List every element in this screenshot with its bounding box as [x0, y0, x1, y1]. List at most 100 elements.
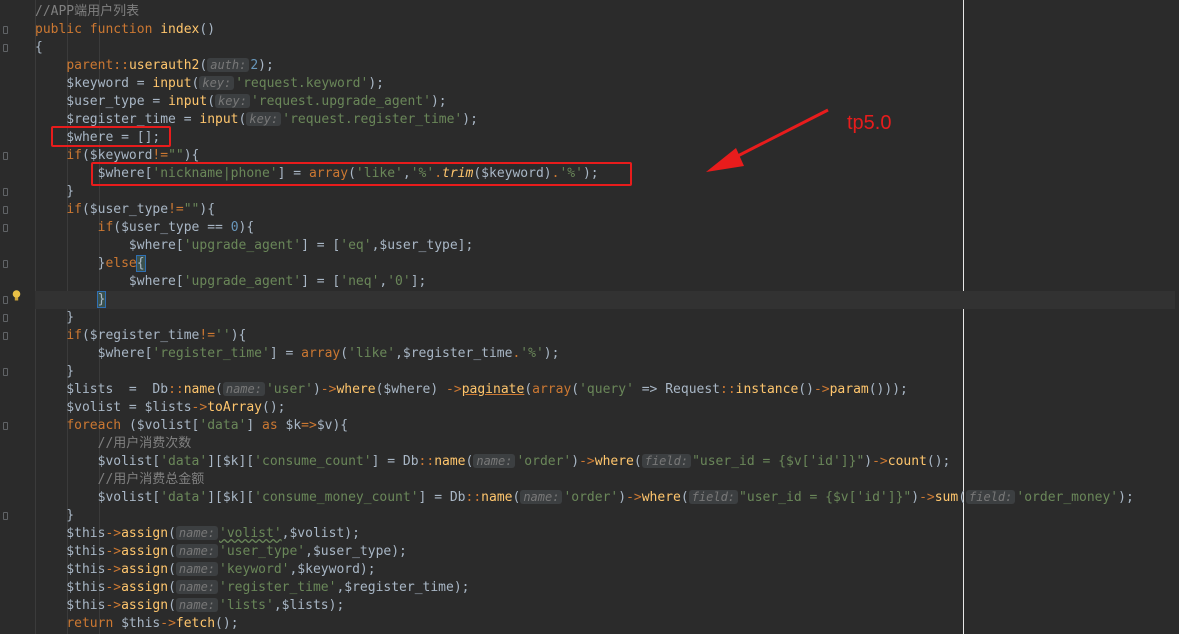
lightbulb-icon[interactable] [12, 290, 21, 301]
code-line[interactable]: $keyword = input(key:'request.keyword'); [35, 75, 1175, 93]
code-line[interactable]: if($user_type!=""){ [35, 201, 1175, 219]
parameter-hint: field: [966, 490, 1016, 504]
code-line[interactable]: } [35, 507, 1175, 525]
code-token: where [336, 382, 376, 397]
code-token: ] = [269, 346, 302, 361]
code-token: count [887, 454, 927, 469]
code-line[interactable]: } [35, 291, 1175, 309]
code-token: $this [121, 616, 161, 631]
code-token: -> [160, 616, 176, 631]
code-editor[interactable]: //APP端用户列表 public function index(){ paren… [35, 3, 1175, 633]
code-token: 'lists' [219, 598, 274, 613]
parameter-hint: name: [520, 490, 563, 504]
fold-marker-icon[interactable] [3, 260, 8, 268]
fold-marker-icon[interactable] [3, 26, 8, 34]
code-token: assign [121, 544, 169, 559]
code-line[interactable]: $where['upgrade_agent'] = ['eq',$user_ty… [35, 237, 1175, 255]
code-token: ( [191, 76, 200, 91]
code-token: $k [285, 418, 302, 433]
fold-marker-icon[interactable] [3, 188, 8, 196]
fold-marker-icon[interactable] [3, 314, 8, 322]
code-token: ] = [ [301, 274, 341, 289]
code-line[interactable]: } [35, 309, 1175, 327]
code-line[interactable]: public function index() [35, 21, 1175, 39]
code-token: "user_id = {$v['id']}" [739, 490, 912, 505]
code-token: :: [418, 454, 435, 469]
code-token: -> [105, 562, 122, 577]
code-line[interactable]: if($register_time!=''){ [35, 327, 1175, 345]
code-token: 'data' [160, 454, 208, 469]
code-line[interactable]: $register_time = input(key:'request.regi… [35, 111, 1175, 129]
fold-marker-icon[interactable] [3, 296, 8, 304]
parameter-hint: name: [222, 382, 265, 396]
code-line[interactable]: $volist['data'][$k]['consume_count'] = D… [35, 453, 1175, 471]
code-line[interactable]: parent::userauth2(auth: 2); [35, 57, 1175, 75]
parameter-hint: name: [473, 454, 516, 468]
code-token: $this [35, 544, 106, 559]
code-token: ($user_type [81, 202, 169, 217]
code-line[interactable]: foreach ($volist['data'] as $k=>$v){ [35, 417, 1175, 435]
code-token: != [168, 202, 184, 217]
code-token: if [66, 328, 82, 343]
code-token: //用户消费次数 [35, 436, 192, 451]
code-token: => Request [633, 382, 720, 397]
code-line[interactable]: $volist = $lists->toArray(); [35, 399, 1175, 417]
fold-marker-icon[interactable] [3, 152, 8, 160]
code-token: { [135, 255, 146, 272]
fold-marker-icon[interactable] [3, 512, 8, 520]
code-token: ][$k][ [207, 454, 255, 469]
code-token: //用户消费总金额 [35, 472, 205, 487]
code-line[interactable]: $volist['data'][$k]['consume_money_count… [35, 489, 1175, 507]
code-token: != [152, 148, 169, 163]
fold-marker-icon[interactable] [3, 332, 8, 340]
code-line[interactable]: $user_type = input(key:'request.upgrade_… [35, 93, 1175, 111]
code-line[interactable]: $this->assign(name:'user_type',$user_typ… [35, 543, 1175, 561]
code-token: ( [168, 544, 176, 559]
code-token: 'consume_count' [254, 454, 372, 469]
code-token: "" [183, 202, 200, 217]
code-line[interactable]: $this->assign(name:'register_time',$regi… [35, 579, 1175, 597]
code-token: ); [368, 76, 384, 91]
fold-marker-icon[interactable] [3, 224, 8, 232]
code-token: ( [168, 526, 176, 541]
code-token: 'upgrade_agent' [183, 274, 302, 289]
code-line[interactable]: //APP端用户列表 [35, 3, 1175, 21]
code-token: $where[ [35, 274, 184, 289]
code-line[interactable]: $this->assign(name:'volist',$volist); [35, 525, 1175, 543]
code-token: name [183, 382, 216, 397]
code-token: ( [571, 382, 580, 397]
code-token: 'request.keyword' [235, 76, 369, 91]
code-line[interactable]: return $this->fetch(); [35, 615, 1175, 633]
code-token: ){ [238, 220, 255, 235]
code-line[interactable]: //用户消费总金额 [35, 471, 1175, 489]
code-token: :: [168, 382, 184, 397]
code-line[interactable]: $where = []; [35, 129, 1175, 147]
fold-marker-icon[interactable] [3, 422, 8, 430]
code-line[interactable]: $lists = Db::name(name:'user')->where($w… [35, 381, 1175, 399]
code-token: 0 [230, 220, 239, 235]
code-line[interactable]: }else{ [35, 255, 1175, 273]
fold-marker-icon[interactable] [3, 206, 8, 214]
code-token: param [829, 382, 869, 397]
code-line[interactable]: { [35, 39, 1175, 57]
code-token: 'register_time' [219, 580, 337, 595]
code-token: $where[ [35, 238, 184, 253]
parameter-hint: name: [175, 580, 219, 594]
code-line[interactable]: $where['upgrade_agent'] = ['neq','0']; [35, 273, 1175, 291]
code-line[interactable]: } [35, 363, 1175, 381]
code-token: ($register_time [81, 328, 200, 343]
code-token: '' [215, 328, 231, 343]
code-line[interactable]: if($user_type == 0){ [35, 219, 1175, 237]
code-line[interactable]: //用户消费次数 [35, 435, 1175, 453]
parameter-hint: field: [641, 454, 692, 468]
code-token: $keyword = [35, 76, 153, 91]
code-token: input [168, 94, 208, 109]
fold-marker-icon[interactable] [3, 44, 8, 52]
code-line[interactable]: $this->assign(name:'lists',$lists); [35, 597, 1175, 615]
code-token: 'consume_money_count' [254, 490, 419, 505]
code-line[interactable]: $this->assign(name:'keyword',$keyword); [35, 561, 1175, 579]
code-line[interactable]: $where['register_time'] = array('like',$… [35, 345, 1175, 363]
code-token: :: [720, 382, 736, 397]
fold-marker-icon[interactable] [3, 368, 8, 376]
